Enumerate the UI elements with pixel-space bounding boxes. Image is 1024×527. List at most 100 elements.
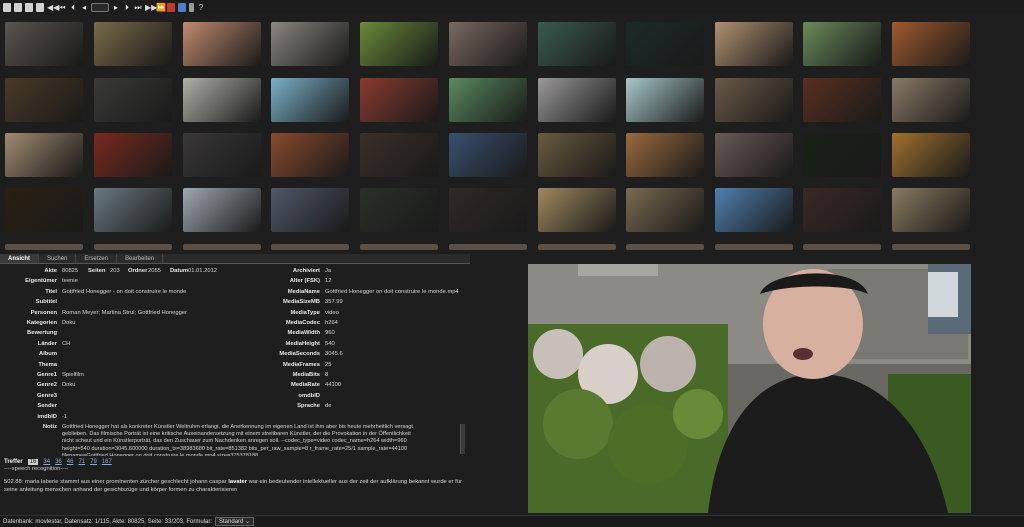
- detail-value[interactable]: de: [325, 401, 331, 411]
- thumbnail[interactable]: [715, 22, 793, 66]
- thumbnail[interactable]: [449, 188, 527, 232]
- thumbnail[interactable]: [626, 78, 704, 122]
- detail-value[interactable]: 80825: [62, 266, 78, 276]
- detail-value[interactable]: 960: [325, 328, 335, 338]
- thumbnail[interactable]: [360, 78, 438, 122]
- thumbnail[interactable]: [892, 133, 970, 177]
- detail-value[interactable]: 44100: [325, 380, 341, 390]
- akte-seiten[interactable]: 203: [110, 266, 120, 276]
- thumbnail[interactable]: [449, 244, 527, 250]
- thumbnail[interactable]: [94, 78, 172, 122]
- thumbnail[interactable]: [803, 22, 881, 66]
- thumbnail[interactable]: [538, 133, 616, 177]
- thumbnail[interactable]: [94, 188, 172, 232]
- grid-icon[interactable]: [178, 2, 186, 12]
- akte-ordner[interactable]: 2055: [148, 266, 161, 276]
- prev-small-icon[interactable]: ◂: [80, 3, 88, 12]
- detail-value[interactable]: 25: [325, 360, 331, 370]
- thumbnail[interactable]: [715, 78, 793, 122]
- thumbnail[interactable]: [626, 22, 704, 66]
- thumbnail[interactable]: [94, 133, 172, 177]
- thumbnail[interactable]: [183, 78, 261, 122]
- thumbnail[interactable]: [271, 133, 349, 177]
- treffer-page-link[interactable]: 46: [67, 459, 74, 465]
- image-icon[interactable]: [25, 2, 33, 12]
- thumbnail[interactable]: [449, 78, 527, 122]
- thumbnail[interactable]: [5, 78, 83, 122]
- thumbnail[interactable]: [5, 244, 83, 250]
- detail-value[interactable]: Spielfilm: [62, 370, 84, 380]
- detail-value[interactable]: Doku: [62, 380, 76, 390]
- thumbnail[interactable]: [538, 244, 616, 250]
- treffer-page-link[interactable]: 36: [55, 459, 62, 465]
- detail-value[interactable]: Gottfried Honegger on doit construire le…: [325, 287, 459, 297]
- calendar-icon[interactable]: [167, 2, 175, 12]
- akte-datum[interactable]: 01.01.2012: [188, 266, 217, 276]
- tab-ersetzen[interactable]: Ersetzen: [76, 254, 118, 263]
- end-icon[interactable]: ⏩: [156, 3, 166, 12]
- detail-value[interactable]: Ja: [325, 266, 331, 276]
- window-icon[interactable]: [14, 2, 22, 12]
- thumbnail[interactable]: [892, 188, 970, 232]
- next-small-icon[interactable]: ▸: [112, 3, 120, 12]
- detail-value[interactable]: 3045.6: [325, 349, 343, 359]
- detail-value[interactable]: 540: [325, 339, 335, 349]
- video-preview[interactable]: [528, 264, 971, 513]
- detail-value[interactable]: 357.99: [325, 297, 343, 307]
- detail-value[interactable]: Roman Meyer; Martina Strul; Gottfried Ho…: [62, 308, 187, 318]
- thumbnail[interactable]: [803, 188, 881, 232]
- thumbnail[interactable]: [183, 244, 261, 250]
- thumbnail[interactable]: [94, 22, 172, 66]
- rewind-icon[interactable]: ◀◀: [47, 3, 59, 12]
- thumbnail[interactable]: [360, 188, 438, 232]
- thumbnail[interactable]: [892, 78, 970, 122]
- thumbnail[interactable]: [271, 78, 349, 122]
- treffer-page-link[interactable]: 79: [90, 459, 97, 465]
- thumbnail[interactable]: [892, 22, 970, 66]
- thumbnail[interactable]: [449, 22, 527, 66]
- thumbnail[interactable]: [5, 188, 83, 232]
- forward-icon[interactable]: ▶▶: [145, 3, 157, 12]
- thumbnail[interactable]: [360, 22, 438, 66]
- format-select[interactable]: Standard ⌄: [215, 517, 255, 526]
- tab-bearbeiten[interactable]: Bearbeiten: [117, 254, 164, 263]
- thumbnail[interactable]: [183, 133, 261, 177]
- thumbnail[interactable]: [271, 22, 349, 66]
- notiz-text[interactable]: Gottfried Honegger hat als konkreter Kün…: [62, 424, 417, 456]
- thumbnail[interactable]: [360, 133, 438, 177]
- tab-ansicht[interactable]: Ansicht: [0, 254, 40, 263]
- phone-icon[interactable]: [189, 2, 194, 12]
- detail-value[interactable]: -1: [62, 412, 67, 422]
- thumbnail[interactable]: [626, 133, 704, 177]
- thumbnail[interactable]: [715, 244, 793, 250]
- treffer-page-link[interactable]: 167: [102, 459, 112, 465]
- thumbnail[interactable]: [715, 133, 793, 177]
- thumbnail[interactable]: [183, 188, 261, 232]
- page-field[interactable]: [91, 2, 109, 12]
- thumbnail[interactable]: [538, 188, 616, 232]
- treffer-page-link[interactable]: 71: [78, 459, 85, 465]
- thumbnail[interactable]: [5, 22, 83, 66]
- thumbnail[interactable]: [803, 78, 881, 122]
- thumbnail[interactable]: [626, 188, 704, 232]
- detail-value[interactable]: 8: [325, 370, 328, 380]
- thumbnail[interactable]: [449, 133, 527, 177]
- thumbnail[interactable]: [5, 133, 83, 177]
- next-icon[interactable]: ⏵: [123, 3, 131, 12]
- detail-value[interactable]: Gottfried Honegger - on doit construire …: [62, 287, 186, 297]
- prev-icon[interactable]: ⏴: [69, 3, 77, 12]
- thumbnail[interactable]: [626, 244, 704, 250]
- thumbnail[interactable]: [803, 133, 881, 177]
- thumbnail[interactable]: [803, 244, 881, 250]
- treffer-page-link[interactable]: 34: [43, 459, 50, 465]
- thumbnail[interactable]: [538, 78, 616, 122]
- first-icon[interactable]: ⏮: [58, 3, 66, 12]
- detail-value[interactable]: teenie: [62, 276, 78, 286]
- notiz-scrollbar[interactable]: [460, 424, 465, 454]
- monitor-icon[interactable]: [36, 2, 44, 12]
- thumbnail[interactable]: [715, 188, 793, 232]
- last-icon[interactable]: ⏭: [134, 3, 142, 12]
- detail-value[interactable]: CH: [62, 339, 70, 349]
- tab-suchen[interactable]: Suchen: [39, 254, 77, 263]
- thumbnail[interactable]: [360, 244, 438, 250]
